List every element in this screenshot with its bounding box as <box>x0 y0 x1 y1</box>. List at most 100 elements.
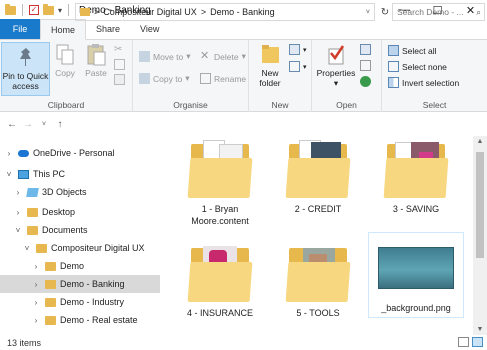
tab-file[interactable]: File <box>0 19 40 39</box>
3d-objects-icon <box>26 187 39 197</box>
forward-arrow-icon[interactable]: → <box>20 119 36 130</box>
history-icon <box>360 76 371 87</box>
address-bar[interactable]: > Compositeur Digital UX > Demo - Bankin… <box>75 3 375 21</box>
chevron-right-icon[interactable]: › <box>13 188 23 197</box>
tree-item[interactable]: › 3D Objects <box>0 183 160 201</box>
new-folder-quick-icon[interactable] <box>43 3 54 15</box>
up-arrow-icon[interactable]: ↑ <box>52 119 68 130</box>
tree-item-label: 3D Objects <box>42 187 87 197</box>
file-tile[interactable]: 1 - Bryan Moore.content <box>172 138 268 227</box>
move-to-label: Move to <box>153 51 184 62</box>
tree-item[interactable]: › OneDrive - Personal <box>0 144 160 162</box>
file-tile[interactable]: 5 - TOOLS <box>270 242 366 319</box>
scroll-down-arrow-icon[interactable]: ▼ <box>473 326 487 333</box>
chevron-right-icon[interactable]: › <box>31 262 41 271</box>
chevron-right-icon[interactable]: › <box>4 149 14 158</box>
vertical-scrollbar[interactable]: ▲ ▼ <box>473 136 487 335</box>
folder-thumbnail-icon <box>185 138 255 200</box>
easy-access-button[interactable]: ▾ <box>289 61 307 72</box>
tree-item[interactable]: ˅ This PC <box>0 165 160 183</box>
tree-item-label: Demo - Industry <box>60 297 125 307</box>
properties-button[interactable]: Properties ▾ <box>315 43 357 88</box>
chevron-down-icon: ▾ <box>186 51 191 61</box>
tab-home[interactable]: Home <box>40 19 87 40</box>
move-to-button[interactable]: Move to ▾ <box>139 51 191 62</box>
select-none-icon <box>388 61 399 72</box>
chevron-down-icon[interactable]: ˅ <box>22 244 32 253</box>
file-name: 1 - Bryan Moore.content <box>191 204 249 226</box>
file-tile[interactable]: 3 - SAVING <box>368 138 464 215</box>
copy-to-button[interactable]: Copy to ▾ <box>139 73 190 84</box>
chevron-right-icon[interactable]: › <box>31 298 41 307</box>
file-name: 3 - SAVING <box>392 204 440 214</box>
chevron-down-icon[interactable]: ˅ <box>4 170 14 179</box>
edit-button[interactable] <box>360 60 371 71</box>
breadcrumb-compositeur-digital-ux[interactable]: Compositeur Digital UX <box>103 7 197 17</box>
back-arrow-icon[interactable]: ← <box>4 119 20 130</box>
chevron-down-icon: ▾ <box>333 78 339 88</box>
pin-to-quick-access-button[interactable]: Pin to Quick access <box>1 42 50 96</box>
refresh-icon[interactable]: ↻ <box>378 3 392 21</box>
scrollbar-thumb[interactable] <box>476 152 484 258</box>
properties-check-icon[interactable]: ✓ <box>29 5 39 15</box>
large-icons-view-icon[interactable] <box>472 337 483 347</box>
tree-item[interactable]: ˅ Documents <box>0 221 160 239</box>
tree-item[interactable]: › Demo <box>0 257 160 275</box>
breadcrumb-demo-banking[interactable]: Demo - Banking <box>210 7 275 17</box>
organise-group-label: Organise <box>173 100 208 110</box>
breadcrumb-separator: > <box>94 7 100 17</box>
ribbon-tabs: File Home Share View <box>0 19 487 40</box>
delete-x-icon: ✕ <box>200 50 210 62</box>
tree-item[interactable]: › Demo - Banking <box>0 275 160 293</box>
folder-thumbnail-icon <box>283 242 353 304</box>
select-group-label: Select <box>422 100 447 110</box>
select-all-icon <box>388 45 399 56</box>
tree-item-label: Demo <box>60 261 85 271</box>
folder-icon <box>45 315 56 325</box>
tree-item[interactable]: › Demo - Real estate <box>0 311 160 329</box>
properties-icon <box>325 43 347 65</box>
recent-locations-chevron-icon[interactable]: ˅ <box>36 121 52 128</box>
search-box[interactable]: Search Demo - ... ⌕ <box>392 3 485 21</box>
tab-view[interactable]: View <box>130 19 169 39</box>
address-history-chevron-icon[interactable]: ˅ <box>366 9 370 16</box>
tab-share[interactable]: Share <box>86 19 130 39</box>
file-tile[interactable]: _background.png <box>368 232 464 318</box>
select-none-button[interactable]: Select none <box>388 61 447 72</box>
new-item-button[interactable]: ▾ <box>289 44 307 55</box>
copy-path-button[interactable] <box>114 59 125 70</box>
select-all-button[interactable]: Select all <box>388 45 437 56</box>
chevron-down-icon[interactable]: ˅ <box>13 226 23 235</box>
new-group-label: New <box>271 100 289 110</box>
cut-button[interactable]: ✂ <box>114 44 125 55</box>
rename-button[interactable]: Rename <box>200 73 246 84</box>
tree-item[interactable]: › Desktop <box>0 203 160 221</box>
invert-selection-button[interactable]: Invert selection <box>388 77 459 88</box>
file-tile[interactable]: 4 - INSURANCE <box>172 242 268 319</box>
scroll-up-arrow-icon[interactable]: ▲ <box>473 138 487 145</box>
paste-button[interactable]: Paste <box>82 43 110 78</box>
details-view-icon[interactable] <box>458 337 469 347</box>
new-folder-button[interactable]: New folder <box>253 43 287 88</box>
search-input[interactable]: Search Demo - ... <box>397 7 464 17</box>
new-item-icon <box>289 44 300 55</box>
paste-shortcut-button[interactable] <box>114 74 125 85</box>
chevron-right-icon[interactable]: › <box>31 316 41 325</box>
history-button[interactable] <box>360 76 371 87</box>
file-name: 4 - INSURANCE <box>186 308 253 318</box>
delete-label: Delete <box>214 51 239 62</box>
customize-toolbar-chevron-icon[interactable]: ▾ <box>58 6 62 15</box>
rename-label: Rename <box>214 73 247 84</box>
chevron-down-icon: ▾ <box>303 63 307 71</box>
delete-button[interactable]: ✕ Delete ▾ <box>200 51 246 62</box>
open-button[interactable] <box>360 44 371 55</box>
file-tile[interactable]: 2 - CREDIT <box>270 138 366 215</box>
chevron-right-icon[interactable]: › <box>31 280 41 289</box>
open-group: Properties ▾ Open <box>312 40 382 112</box>
cloud-icon <box>18 149 29 157</box>
chevron-right-icon[interactable]: › <box>13 208 23 217</box>
file-name: 2 - CREDIT <box>294 204 342 214</box>
tree-item[interactable]: › Demo - Industry <box>0 293 160 311</box>
copy-button[interactable]: Copy <box>52 43 78 78</box>
tree-item[interactable]: ˅ Compositeur Digital UX <box>0 239 160 257</box>
